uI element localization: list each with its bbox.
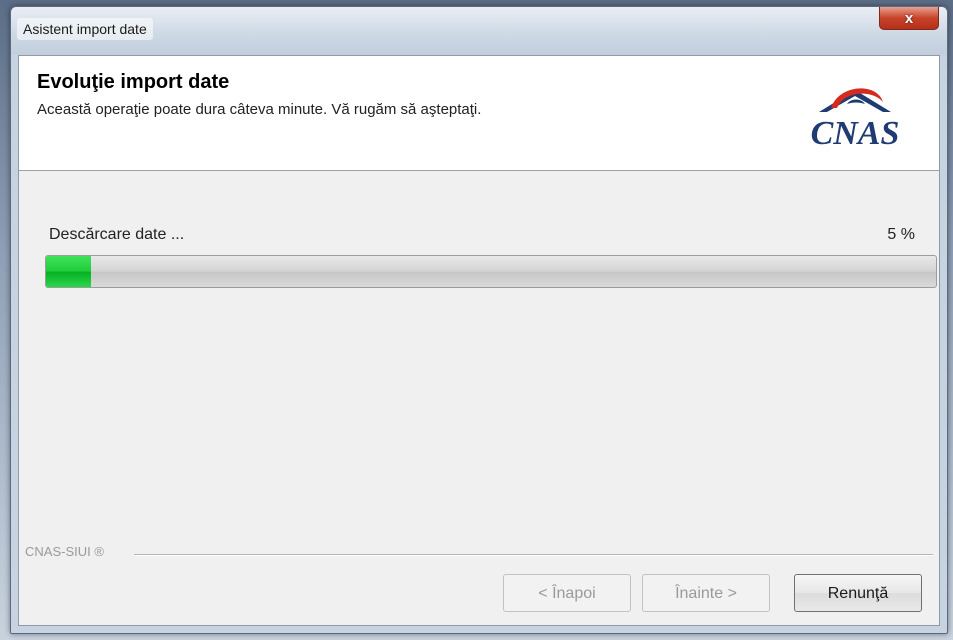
next-button[interactable]: Înainte > — [642, 574, 770, 612]
progress-percent: 5 % — [887, 226, 915, 243]
wizard-header: Evoluţie import date Această operaţie po… — [19, 56, 939, 171]
progress-bar — [45, 255, 937, 288]
window-title: Asistent import date — [17, 18, 153, 40]
close-icon: x — [904, 9, 914, 27]
back-button[interactable]: < Înapoi — [503, 574, 631, 612]
footer-brand: CNAS-SIUI ® — [25, 544, 104, 559]
cnas-logo: CNAS — [785, 78, 925, 152]
page-subtitle: Această operaţie poate dura câteva minut… — [37, 101, 482, 118]
cancel-button[interactable]: Renunţă — [794, 574, 922, 612]
footer-divider — [134, 554, 933, 556]
page-title: Evoluţie import date — [37, 71, 230, 93]
close-button[interactable]: x — [879, 7, 939, 30]
wizard-client-area: Evoluţie import date Această operaţie po… — [18, 55, 940, 626]
import-wizard-window: Asistent import date x Evoluţie import d… — [10, 6, 948, 634]
progress-label: Descărcare date ... — [49, 226, 185, 243]
logo-text: CNAS — [811, 115, 900, 152]
cnas-logo-icon: CNAS — [811, 88, 900, 152]
progress-bar-fill — [46, 256, 91, 287]
title-bar[interactable]: Asistent import date x — [11, 7, 947, 55]
